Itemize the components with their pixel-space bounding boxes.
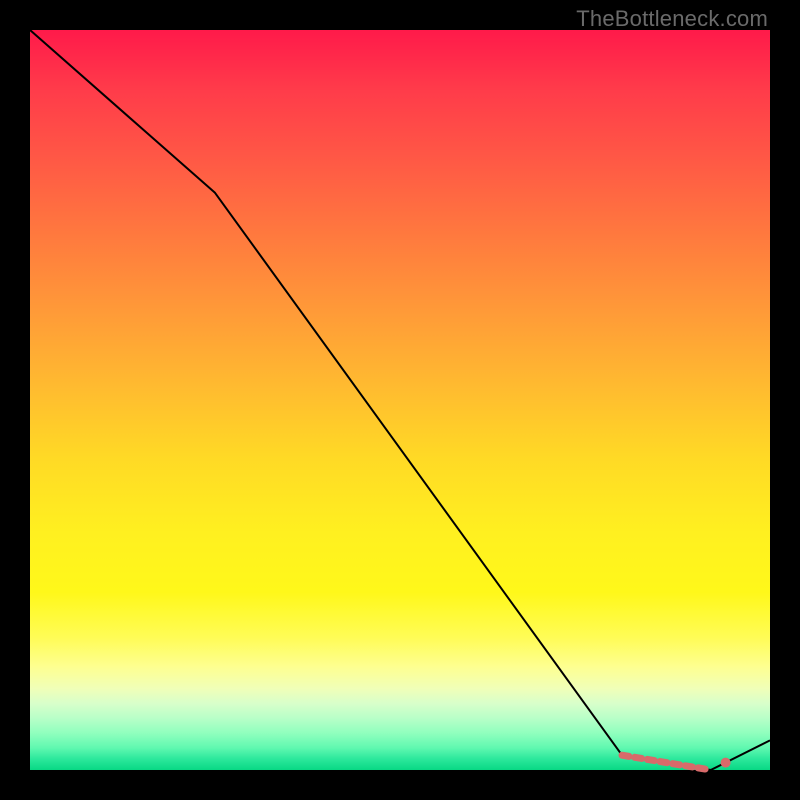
optimal-range-dash xyxy=(622,755,629,756)
marker-dot xyxy=(721,758,731,768)
optimal-range-dash xyxy=(685,766,692,767)
optimal-range-dash xyxy=(698,768,705,769)
optimal-range-dash xyxy=(647,759,654,760)
chart-svg xyxy=(30,30,770,770)
optimal-range-dash xyxy=(673,764,680,765)
chart-canvas: TheBottleneck.com xyxy=(0,0,800,800)
plot-area xyxy=(30,30,770,770)
watermark-label: TheBottleneck.com xyxy=(576,6,768,32)
bottleneck-curve xyxy=(30,30,770,770)
optimal-range-dash xyxy=(660,762,667,763)
optimal-range-highlight xyxy=(622,755,705,769)
optimal-range-dash xyxy=(635,757,642,758)
